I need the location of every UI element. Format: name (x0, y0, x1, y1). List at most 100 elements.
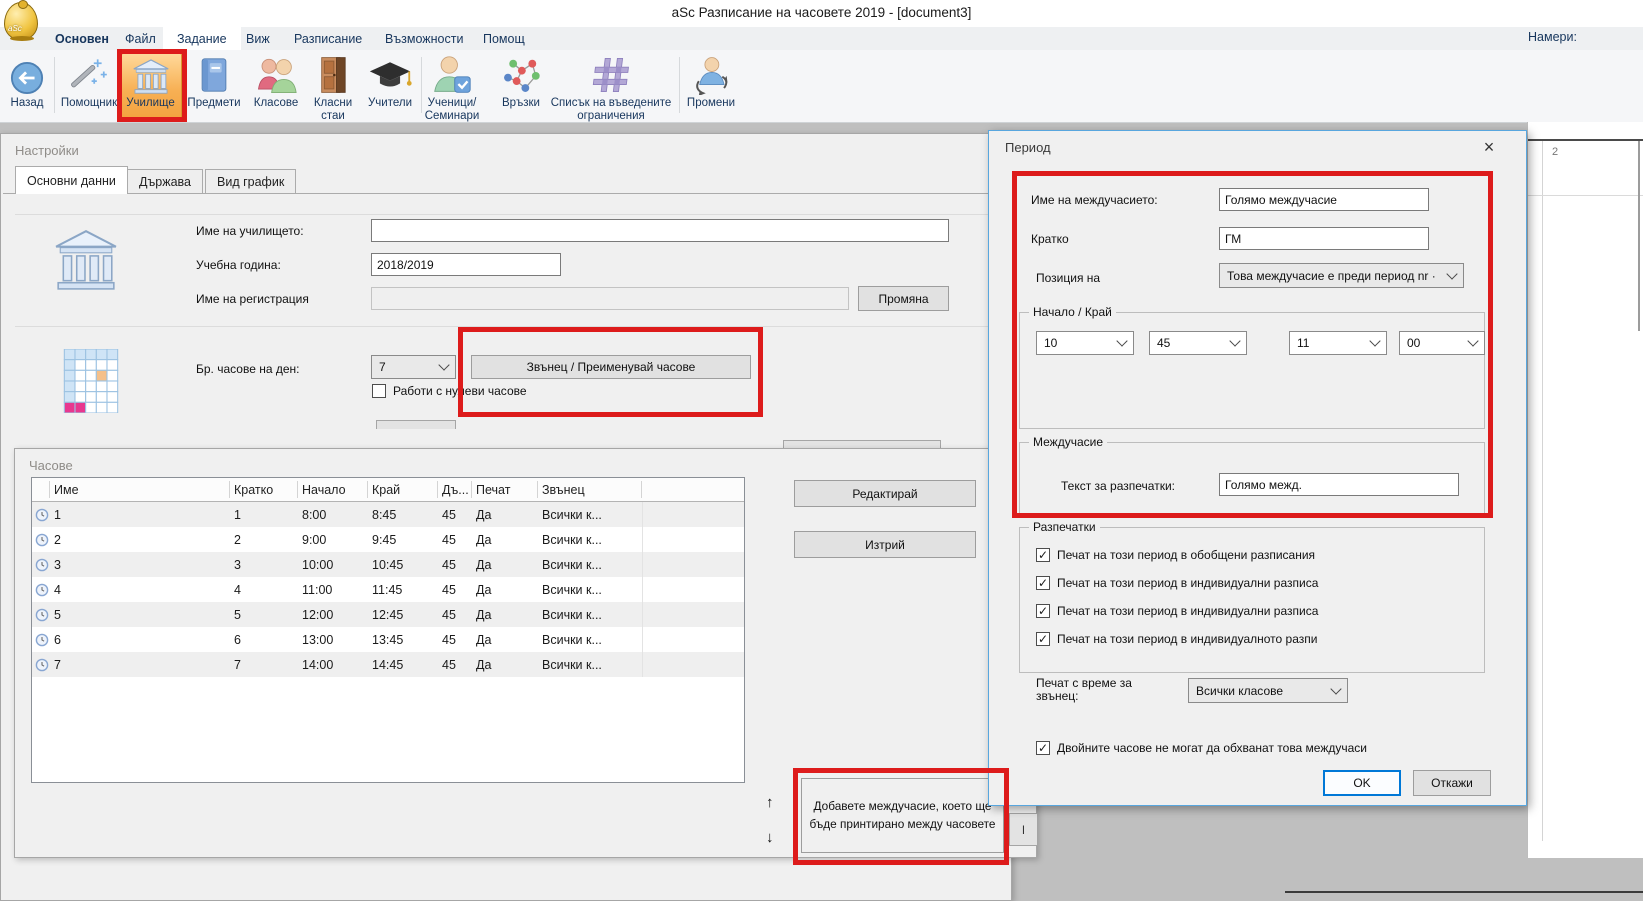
header-print[interactable]: Печат (472, 481, 538, 498)
end-hour-select[interactable]: 11 (1289, 331, 1387, 355)
table-row[interactable]: 5 5 12:00 12:45 45 Да Всички к... (32, 602, 744, 627)
asc-logo-bell-icon[interactable]: aSc (4, 2, 38, 40)
menu-fail[interactable]: Файл (115, 27, 166, 50)
header-bell[interactable]: Звънец (538, 481, 642, 498)
tab-chart-type[interactable]: Вид график (205, 169, 296, 194)
menu-vizh[interactable]: Виж (236, 27, 280, 50)
cancel-button[interactable]: Откажи (1413, 770, 1491, 796)
background-document: 2 (1527, 122, 1643, 858)
change-registration-button[interactable]: Промяна (858, 286, 949, 311)
tab-country[interactable]: Държава (127, 169, 203, 194)
constraints-button[interactable]: Списък на въведените ограничения (548, 52, 674, 122)
hidden-button-fragment (376, 420, 456, 429)
table-row[interactable]: 6 6 13:00 13:45 45 Да Всички к... (32, 627, 744, 652)
classrooms-button[interactable]: Класни стаи (305, 52, 361, 122)
school-button[interactable]: Училище (121, 52, 180, 110)
edit-button[interactable]: Редактирай (794, 480, 976, 507)
students-button[interactable]: Ученици/Семинари (403, 52, 501, 122)
cell-start: 14:00 (298, 658, 368, 672)
bells-rename-hours-button[interactable]: Звънец / Преименувай часове (471, 355, 751, 379)
printout-checkbox[interactable]: ✓ Печат на този период в обобщени разпис… (1036, 541, 1476, 569)
delete-button[interactable]: Изтрий (794, 531, 976, 558)
header-short[interactable]: Кратко (230, 481, 298, 498)
menu-vazmozhnosti[interactable]: Възможности (375, 27, 473, 50)
table-row[interactable]: 7 7 14:00 14:45 45 Да Всички к... (32, 652, 744, 677)
menu-zadanie[interactable]: Задание (163, 27, 241, 50)
header-duration[interactable]: Дъ... (438, 481, 472, 498)
lessons-per-day-label: Бр. часове на ден: (196, 362, 299, 376)
hours-window-titlebar[interactable]: Часове (29, 458, 73, 473)
header-start[interactable]: Начало (298, 481, 368, 498)
back-button[interactable]: Назад (4, 52, 50, 110)
cell-print: Да (472, 508, 538, 522)
chevron-down-icon (1446, 268, 1457, 279)
break-short-input[interactable] (1219, 227, 1429, 250)
book-icon (197, 52, 231, 95)
header-name[interactable]: Име (50, 481, 230, 498)
close-icon[interactable]: × (1476, 135, 1502, 159)
end-minute-select[interactable]: 00 (1399, 331, 1485, 355)
start-minute-select[interactable]: 45 (1149, 331, 1247, 355)
printout-checkbox[interactable]: ✓ Печат на този период в индивидуални ра… (1036, 597, 1476, 625)
move-down-button[interactable]: ↓ (766, 829, 774, 846)
cell-filler (642, 552, 744, 577)
zero-lessons-checkbox[interactable]: Работи с нулеви часове (372, 384, 527, 398)
cell-duration: 45 (438, 633, 472, 647)
find-label: Намери: (1528, 30, 1577, 44)
print-text-label: Текст за разпечатки: (1061, 479, 1175, 493)
printout-checkbox[interactable]: ✓ Печат на този период в индивидуални ра… (1036, 569, 1476, 597)
school-year-input[interactable] (371, 253, 561, 276)
student-check-icon (431, 52, 473, 95)
move-up-button[interactable]: ↑ (766, 794, 774, 811)
header-end[interactable]: Край (368, 481, 438, 498)
print-text-input[interactable] (1219, 473, 1459, 496)
ok-button[interactable]: OK (1323, 770, 1401, 796)
printout-checkbox[interactable]: ✓ Печат на този период в индивидуалното … (1036, 625, 1476, 653)
chevron-down-icon (1116, 335, 1127, 346)
table-row[interactable]: 3 3 10:00 10:45 45 Да Всички к... (32, 552, 744, 577)
hours-window: Часове Име Кратко Начало Край Дъ... Печа… (14, 448, 1037, 858)
double-lessons-checkbox[interactable]: ✓ Двойните часове не могат да обхванат т… (1036, 741, 1367, 755)
table-row[interactable]: 2 2 9:00 9:45 45 Да Всички к... (32, 527, 744, 552)
checkbox-checked-icon: ✓ (1036, 632, 1050, 646)
table-row[interactable]: 4 4 11:00 11:45 45 Да Всички к... (32, 577, 744, 602)
molecule-icon (501, 52, 541, 95)
menu-pomosht[interactable]: Помощ (473, 27, 535, 50)
hours-table-body: 1 1 8:00 8:45 45 Да Всички к... 2 2 9:00… (32, 502, 744, 677)
cell-end: 13:45 (368, 633, 438, 647)
bell-base (10, 36, 34, 41)
tab-panel-edge (3, 193, 1011, 194)
break-name-input[interactable] (1219, 188, 1429, 211)
links-button[interactable]: Връзки (498, 52, 544, 110)
bell-time-select[interactable]: Всички класове (1188, 678, 1348, 703)
cell-filler (642, 527, 744, 552)
covered-button-fragment[interactable]: l (1009, 813, 1038, 846)
cell-filler (642, 652, 744, 677)
cell-duration: 45 (438, 608, 472, 622)
timetable-grid-icon (63, 349, 119, 416)
cell-short: 4 (230, 583, 298, 597)
checkbox-checked-icon: ✓ (1036, 604, 1050, 618)
classes-button[interactable]: Класове (247, 52, 305, 110)
table-row[interactable]: 1 1 8:00 8:45 45 Да Всички к... (32, 502, 744, 527)
start-hour-select[interactable]: 10 (1036, 331, 1134, 355)
period-dialog-titlebar[interactable]: Период (1005, 140, 1051, 155)
lessons-per-day-select[interactable]: 7 (371, 355, 456, 379)
clock-icon (32, 608, 50, 622)
break-group-label: Междучасие (1029, 435, 1107, 449)
add-break-button[interactable]: Добавете междучасие, което ще бъде принт… (801, 778, 1004, 853)
school-name-input[interactable] (371, 219, 949, 242)
menu-osnoven[interactable]: Основен (45, 27, 119, 50)
header-filler (642, 478, 744, 501)
cell-bell: Всички к... (538, 533, 642, 547)
changes-button[interactable]: Промени (684, 52, 738, 110)
cell-name: 6 (50, 633, 230, 647)
subjects-button[interactable]: Предмети (183, 52, 245, 110)
wizard-button[interactable]: Помощник (58, 52, 120, 110)
settings-window-titlebar[interactable]: Настройки (15, 143, 79, 158)
background-grid-line (1542, 141, 1543, 841)
menu-razpisanie[interactable]: Разписание (284, 27, 372, 50)
tab-main-data[interactable]: Основни данни (15, 166, 128, 194)
window-titlebar[interactable]: aSc Разписание на часовете 2019 - [docum… (0, 0, 1643, 27)
position-select[interactable]: Това междучасие е преди период nr · (1219, 263, 1464, 288)
